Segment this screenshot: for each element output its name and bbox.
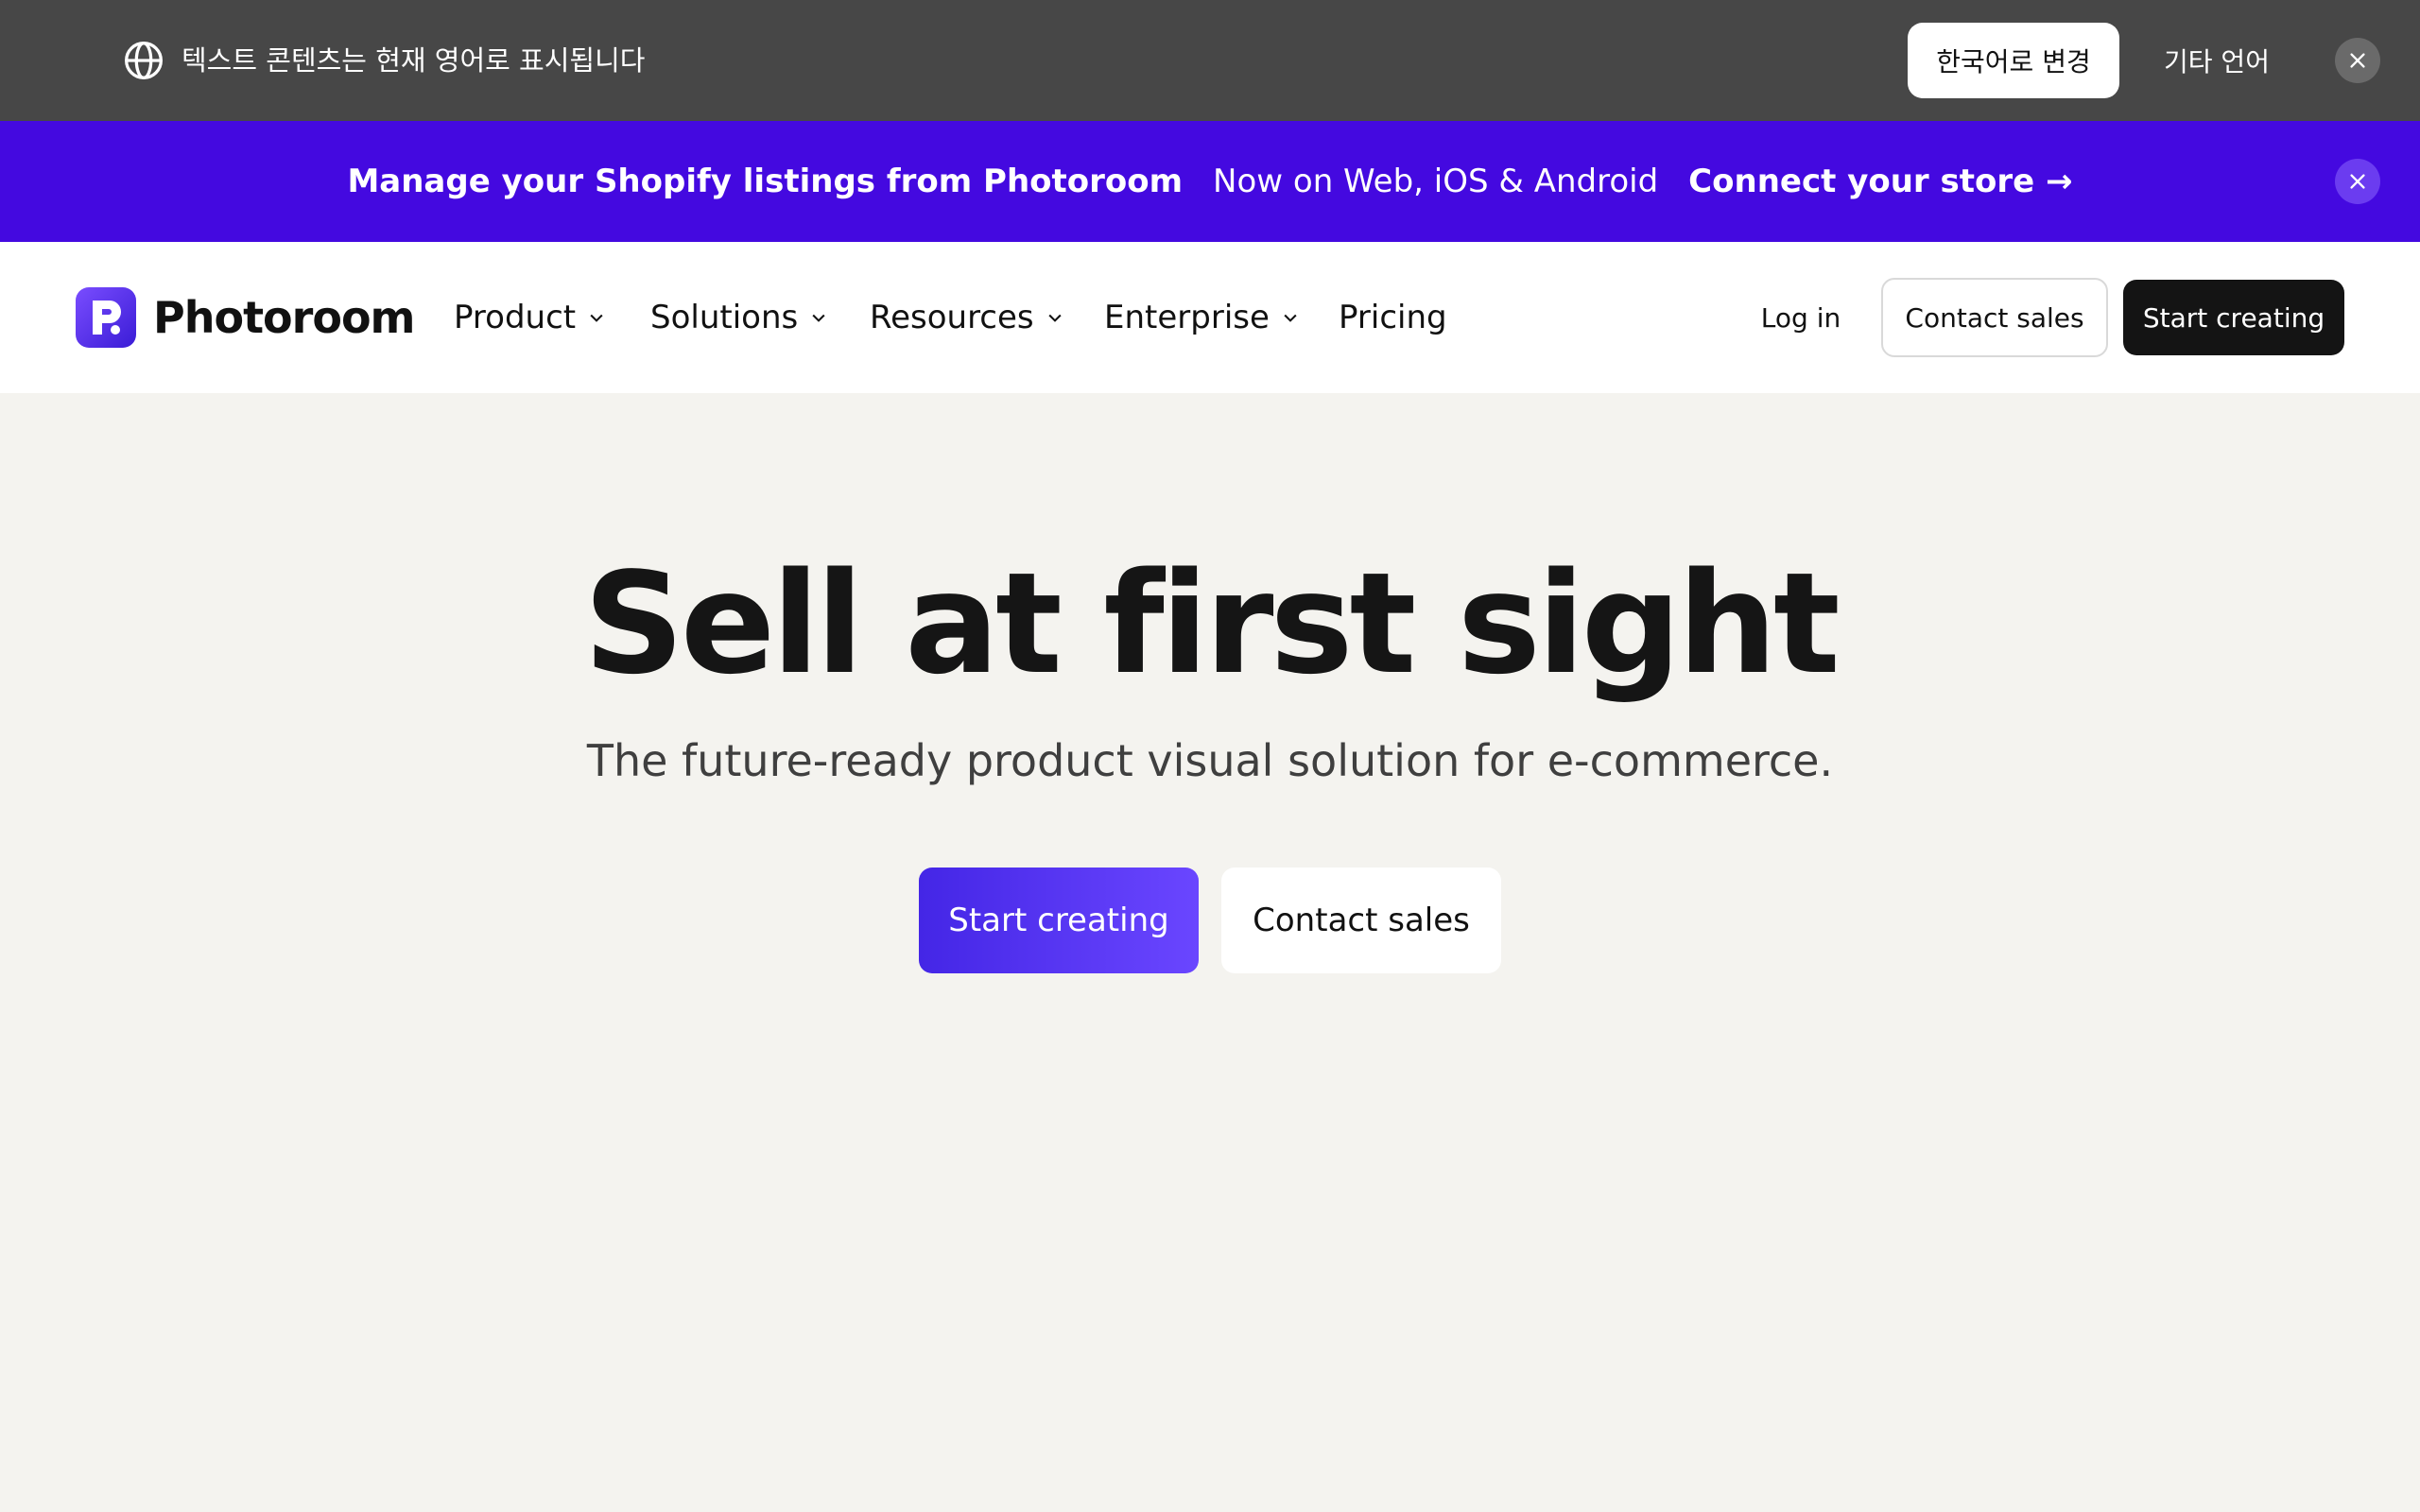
close-language-banner-button[interactable]	[2335, 38, 2380, 83]
hero-start-creating-button[interactable]: Start creating	[919, 868, 1199, 973]
promo-headline: Manage your Shopify listings from Photor…	[347, 163, 1184, 200]
hero-contact-sales-button[interactable]: Contact sales	[1221, 868, 1501, 973]
chevron-down-icon	[590, 314, 603, 322]
hero-title: Sell at first sight	[583, 542, 1840, 705]
nav-solutions-label: Solutions	[650, 299, 799, 336]
close-icon	[2350, 53, 2365, 68]
contact-sales-button[interactable]: Contact sales	[1881, 278, 2108, 357]
nav-enterprise[interactable]: Enterprise	[1104, 287, 1300, 348]
hero-subtitle: The future-ready product visual solution…	[586, 735, 1834, 786]
nav-product[interactable]: Product	[454, 287, 606, 348]
language-banner: 텍스트 콘텐츠는 현재 영어로 표시됩니다 한국어로 변경 기타 언어	[0, 0, 2420, 121]
language-message: 텍스트 콘텐츠는 현재 영어로 표시됩니다	[182, 44, 646, 77]
nav-resources-label: Resources	[870, 299, 1034, 336]
switch-language-button[interactable]: 한국어로 변경	[1908, 23, 2119, 98]
main-navigation: Photoroom Product Solutions Resources En…	[0, 242, 2420, 393]
nav-solutions[interactable]: Solutions	[650, 287, 828, 348]
login-link[interactable]: Log in	[1739, 287, 1862, 348]
nav-resources[interactable]: Resources	[870, 287, 1064, 348]
chevron-down-icon	[1048, 314, 1062, 322]
start-creating-button[interactable]: Start creating	[2123, 280, 2344, 355]
photoroom-logo-icon[interactable]	[76, 287, 136, 348]
connect-store-link[interactable]: Connect your store →	[1688, 163, 2072, 200]
brand-name[interactable]: Photoroom	[153, 287, 415, 348]
globe-icon	[125, 42, 163, 79]
close-promo-banner-button[interactable]	[2335, 159, 2380, 204]
nav-product-label: Product	[454, 299, 577, 336]
promo-platforms: Now on Web, iOS & Android	[1213, 163, 1659, 200]
nav-enterprise-label: Enterprise	[1104, 299, 1270, 336]
chevron-down-icon	[1284, 314, 1297, 322]
promo-banner: Manage your Shopify listings from Photor…	[0, 121, 2420, 242]
chevron-down-icon	[812, 314, 825, 322]
close-icon	[2350, 174, 2365, 189]
nav-pricing[interactable]: Pricing	[1339, 287, 1447, 348]
other-languages-link[interactable]: 기타 언어	[2146, 23, 2288, 98]
nav-pricing-label: Pricing	[1339, 299, 1447, 336]
